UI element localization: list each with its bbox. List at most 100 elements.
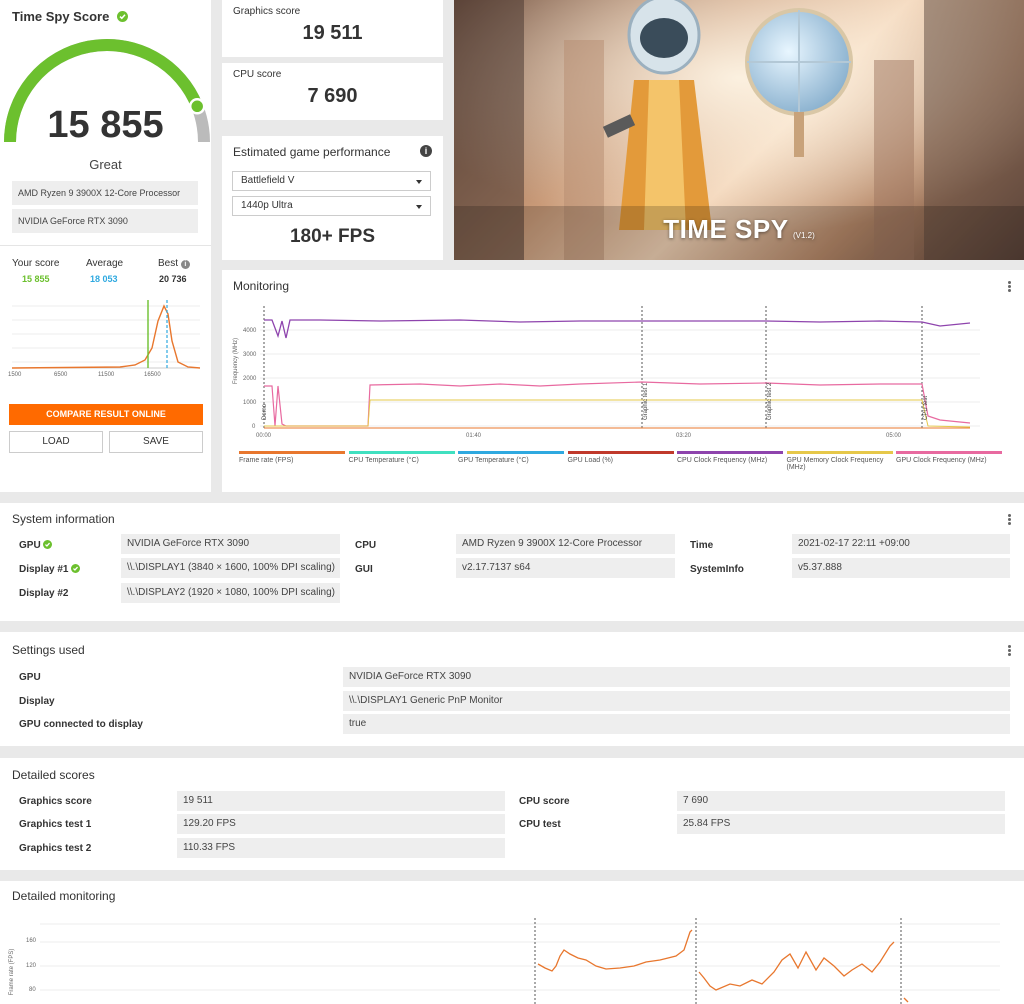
average-label: Average — [86, 258, 124, 269]
legend-item[interactable]: GPU Clock Frequency (MHz) — [896, 451, 1002, 464]
system-information-title: System information — [12, 512, 115, 526]
detailed-monitoring-y-label: Frame rate (FPS) — [9, 948, 15, 996]
info-icon[interactable]: i — [420, 145, 432, 157]
legend-item[interactable]: GPU Load (%) — [567, 451, 674, 464]
legend-item[interactable]: CPU Temperature (°C) — [348, 451, 455, 464]
cpu-score-value: 7 690 — [307, 85, 358, 107]
x-tick: 00:00 — [256, 433, 272, 439]
settings-connected-label: GPU connected to display — [19, 719, 143, 730]
legend-label: GPU Memory Clock Frequency (MHz) — [786, 457, 884, 471]
cpu-name: AMD Ryzen 9 3900X 12-Core Processor — [12, 181, 198, 205]
cpu-score-value: 7 690 — [677, 791, 1005, 811]
y-tick: 1000 — [243, 400, 257, 406]
your-score-label: Your score — [12, 258, 60, 269]
marker-label: Graphic test 1 — [643, 382, 649, 420]
preset-select[interactable]: 1440p Ultra — [232, 196, 431, 216]
cpu-value: AMD Ryzen 9 3900X 12-Core Processor — [456, 534, 675, 554]
cpu-clock-series — [264, 319, 971, 339]
game-select[interactable]: Battlefield V — [232, 171, 431, 191]
cpu-label: CPU — [355, 540, 377, 551]
marker-label: Graphic test 2 — [767, 382, 773, 420]
display2-value: \\.\DISPLAY2 (1920 × 1080, 100% DPI scal… — [121, 583, 340, 603]
legend-swatch — [567, 451, 674, 454]
legend-item[interactable]: GPU Memory Clock Frequency (MHz) — [786, 451, 893, 471]
legend-swatch — [786, 451, 893, 454]
gpu-memory-clock-series — [264, 399, 971, 428]
settings-title: Settings used — [12, 643, 85, 657]
load-button[interactable]: LOAD — [9, 431, 103, 453]
game-performance-title: Estimated game performance — [233, 145, 391, 159]
monitoring-chart — [260, 306, 980, 429]
detailed-scores-panel: Detailed scores Graphics score 19 511 Gr… — [0, 758, 1024, 870]
dist-tick: 1500 — [8, 372, 22, 378]
legend-item[interactable]: CPU Clock Frequency (MHz) — [677, 451, 783, 464]
preset-select-value: 1440p Ultra — [241, 200, 293, 211]
cpu-score-label: CPU score — [233, 69, 282, 80]
frame-rate-series — [537, 929, 693, 972]
marker-label: CPU test — [923, 395, 929, 420]
legend-swatch — [896, 451, 1002, 454]
gpu-value: NVIDIA GeForce RTX 3090 — [121, 534, 340, 554]
time-label: Time — [690, 540, 714, 551]
average-score: 18 053 — [90, 274, 118, 284]
monitoring-title: Monitoring — [233, 279, 290, 293]
gui-value: v2.17.7137 s64 — [456, 558, 675, 578]
detailed-monitoring-panel: Detailed monitoring Frame rate (FPS) 160… — [0, 881, 1024, 1004]
more-options-icon[interactable] — [1008, 513, 1012, 526]
graphics-test1-label: Graphics test 1 — [19, 819, 92, 830]
best-label-row: Best i — [158, 258, 190, 269]
chevron-down-icon — [416, 205, 422, 209]
benchmark-version: (V1.2) — [793, 231, 815, 240]
systeminfo-value: v5.37.888 — [792, 558, 1010, 578]
legend-label: CPU Temperature (°C) — [348, 457, 419, 464]
score-panel: Time Spy Score 15 855 Great AMD Ryzen 9 … — [0, 0, 211, 492]
dist-tick: 16500 — [144, 372, 161, 378]
your-score: 15 855 — [22, 274, 50, 284]
settings-display-value: \\.\DISPLAY1 Generic PnP Monitor — [343, 691, 1010, 711]
check-icon — [71, 564, 81, 573]
chevron-down-icon — [416, 180, 422, 184]
detailed-scores-title: Detailed scores — [12, 768, 95, 782]
y-tick: 4000 — [243, 328, 257, 334]
graphics-score-panel: Graphics score 19 511 — [222, 0, 443, 57]
compare-online-button[interactable]: COMPARE RESULT ONLINE — [9, 404, 203, 425]
score-value: 15 855 — [47, 104, 164, 146]
cpu-test-label: CPU test — [519, 819, 561, 830]
legend-swatch — [239, 451, 345, 454]
marker-label: Demo — [262, 403, 268, 420]
more-options-icon[interactable] — [1008, 644, 1012, 657]
legend-item[interactable]: GPU Temperature (°C) — [458, 451, 564, 464]
graphics-score-label: Graphics score — [19, 796, 92, 807]
settings-display-label: Display — [19, 696, 55, 707]
game-select-value: Battlefield V — [241, 175, 295, 186]
save-button[interactable]: SAVE — [109, 431, 203, 453]
game-performance-panel: Estimated game performance i Battlefield… — [222, 136, 443, 260]
cpu-test-value: 25.84 FPS — [677, 814, 1005, 834]
graphics-score-value: 19 511 — [302, 22, 363, 44]
y-tick: 120 — [26, 963, 37, 969]
info-icon[interactable]: i — [180, 260, 190, 269]
display1-label: Display #1 — [19, 564, 81, 575]
graphics-test2-value: 110.33 FPS — [177, 838, 505, 858]
legend-swatch — [348, 451, 455, 454]
more-options-icon[interactable] — [1008, 280, 1012, 293]
check-icon — [116, 11, 128, 22]
x-tick: 05:00 — [886, 433, 902, 439]
y-tick: 3000 — [243, 352, 257, 358]
x-tick: 01:40 — [466, 433, 482, 439]
score-rating: Great — [89, 157, 122, 172]
dist-tick: 11500 — [98, 372, 115, 378]
best-label: Best — [158, 258, 179, 269]
cpu-score-panel: CPU score 7 690 — [222, 63, 443, 120]
settings-gpu-value: NVIDIA GeForce RTX 3090 — [343, 667, 1010, 687]
score-title-row: Time Spy Score — [12, 8, 128, 26]
graphics-score-value: 19 511 — [177, 791, 505, 811]
systeminfo-label: SystemInfo — [690, 564, 744, 575]
monitoring-y-label: Frequency (MHz) — [233, 337, 239, 385]
distribution-curve — [11, 304, 201, 369]
legend-item[interactable]: Frame rate (FPS) — [239, 451, 345, 464]
monitoring-panel: Monitoring Frequency (MHz) 4000 3000 200… — [222, 270, 1024, 492]
system-information-panel: System information GPU NVIDIA GeForce RT… — [0, 503, 1024, 621]
legend-label: CPU Clock Frequency (MHz) — [677, 457, 768, 464]
cpu-score-label: CPU score — [519, 796, 570, 807]
